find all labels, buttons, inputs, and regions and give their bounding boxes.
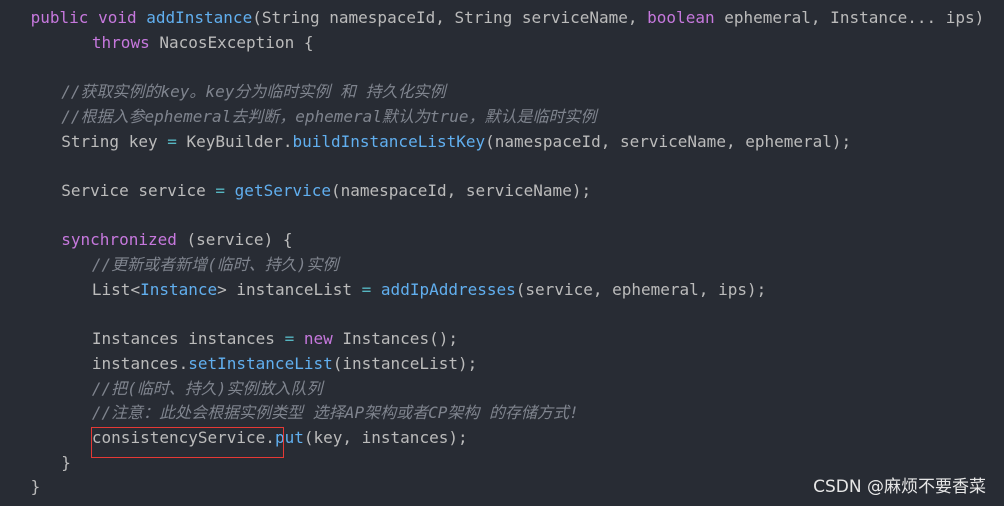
code-token: String key (61, 131, 168, 151)
code-token: //根据入参ephemeral去判断，ephemeral默认为true，默认是临… (61, 106, 597, 126)
code-token: addInstance (146, 8, 253, 27)
code-token: Service service (61, 180, 216, 200)
code-token: = (361, 279, 372, 299)
highlight-box (91, 427, 284, 458)
code-token: } (30, 477, 41, 497)
code-line: //把(临时、持久)实例放入队列 (92, 377, 323, 401)
code-line: Instances instances = new Instances(); (92, 327, 458, 351)
code-token: Instances(); (342, 329, 458, 349)
code-line: public void addInstance(String namespace… (31, 6, 985, 30)
code-token: (instanceList); (332, 353, 478, 373)
code-line: String key = KeyBuilder.buildInstanceLis… (61, 130, 851, 154)
code-token: void (98, 8, 147, 27)
code-token: Instance (140, 279, 218, 299)
code-token: KeyBuilder. (176, 131, 293, 151)
code-token: getService (234, 180, 331, 200)
code-token: (service, ephemeral, ips); (515, 279, 767, 299)
code-line: instances.setInstanceList(instanceList); (92, 352, 477, 376)
code-token: = (215, 180, 226, 200)
code-token: Instances instances (91, 329, 285, 349)
code-token: boolean (647, 8, 725, 27)
code-token: = (284, 329, 295, 349)
watermark: CSDN @麻烦不要香菜 (813, 477, 986, 497)
code-token: ephemeral, Instance... ips) (724, 8, 985, 27)
code-line: throws NacosException { (92, 31, 314, 55)
code-token: new (303, 329, 343, 349)
code-token: } (61, 452, 71, 472)
code-token: //获取实例的key。key分为临时实例 和 持久化实例 (61, 82, 446, 102)
code-token: > instanceList (217, 279, 362, 299)
code-line: //注意：此处会根据实例类型 选择AP架构或者CP架构 的存储方式! (92, 401, 579, 425)
code-token: (String namespaceId, String serviceName, (252, 8, 648, 27)
code-line: List<Instance> instanceList = addIpAddre… (92, 278, 766, 302)
code-token: List< (91, 279, 141, 299)
code-token: buildInstanceListKey (292, 131, 486, 151)
code-token: //更新或者新增(临时、持久)实例 (91, 255, 339, 274)
code-line: } (31, 475, 41, 499)
code-line: synchronized (service) { (61, 228, 292, 252)
code-token: //注意：此处会根据实例类型 选择AP架构或者CP架构 的存储方式! (91, 403, 579, 423)
code-token: //把(临时、持久)实例放入队列 (91, 378, 323, 398)
code-token: (namespaceId, serviceName); (331, 180, 592, 200)
code-line: //更新或者新增(临时、持久)实例 (92, 253, 339, 277)
code-token: instances. (91, 353, 189, 373)
code-line: Service service = getService(namespaceId… (61, 179, 591, 203)
code-line: //获取实例的key。key分为临时实例 和 持久化实例 (61, 80, 445, 104)
code-token: (namespaceId, serviceName, ephemeral); (485, 131, 852, 151)
code-token: (key, instances); (303, 427, 468, 447)
code-token: addIpAddresses (380, 279, 516, 299)
code-token: setInstanceList (188, 353, 333, 373)
code-line: } (61, 451, 71, 475)
code-token: throws (91, 32, 160, 52)
code-token: = (167, 131, 177, 151)
code-token: synchronized (61, 230, 187, 250)
code-token: public (30, 8, 99, 27)
code-line: //根据入参ephemeral去判断，ephemeral默认为true，默认是临… (61, 105, 596, 129)
code-token: (service) { (186, 230, 293, 250)
code-token: NacosException { (159, 32, 314, 52)
